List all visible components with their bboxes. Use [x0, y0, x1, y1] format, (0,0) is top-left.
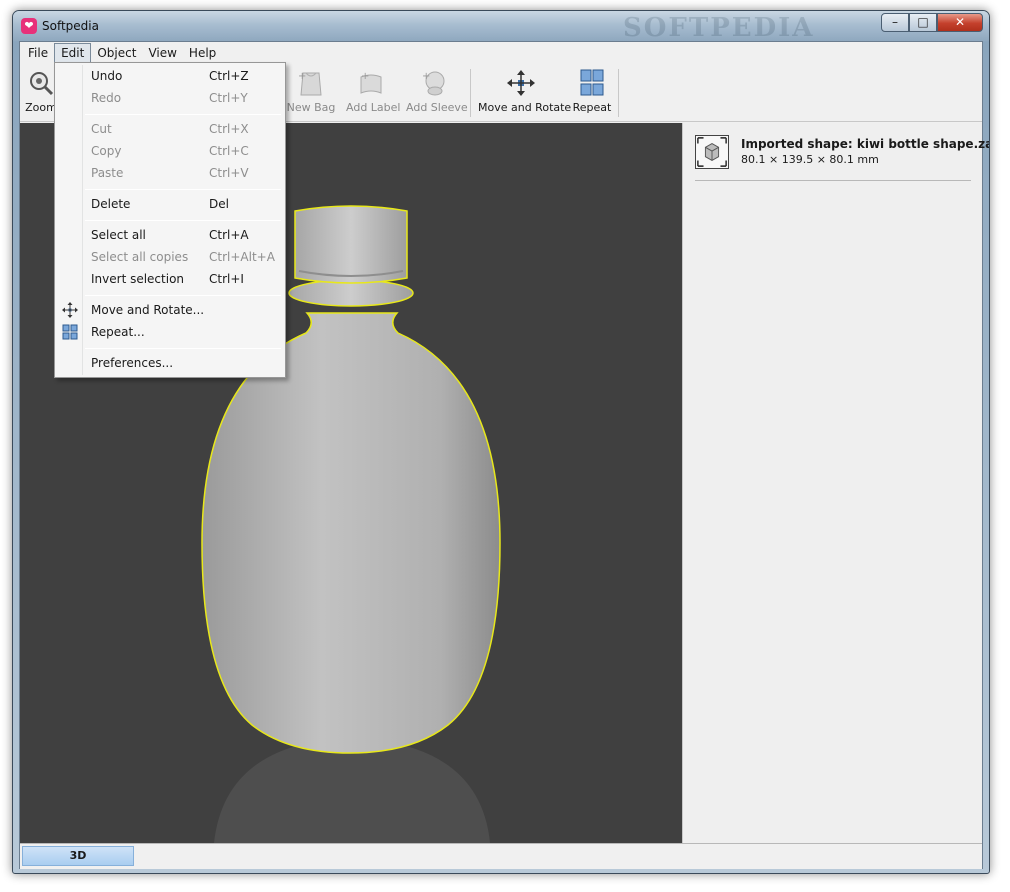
menu-item-shortcut: Ctrl+A [209, 228, 249, 242]
menu-item-label: Undo [91, 69, 123, 83]
move-rotate-label: Move and Rotate [478, 101, 572, 114]
menu-item-shortcut: Ctrl+C [209, 144, 249, 158]
window-title: Softpedia [42, 19, 99, 33]
menu-item-invert-selection[interactable]: Invert selection Ctrl+I [57, 268, 283, 290]
label-icon: + [360, 71, 382, 94]
menu-item-label: Repeat... [91, 325, 145, 339]
menu-item-shortcut: Ctrl+Y [209, 91, 248, 105]
menu-item-repeat[interactable]: Repeat... [57, 321, 283, 343]
menu-item-select-all[interactable]: Select all Ctrl+A [57, 224, 283, 246]
move-rotate-icon [62, 302, 78, 318]
menu-item-label: Delete [91, 197, 131, 211]
title-watermark: SOFTPEDIA [623, 13, 815, 43]
menu-separator [85, 220, 281, 221]
repeat-grid-icon [580, 69, 604, 96]
status-bar: 3D [20, 843, 982, 869]
menu-bar: File Edit Object View Help [20, 42, 982, 63]
menu-item-redo[interactable]: Redo Ctrl+Y [57, 87, 283, 109]
app-icon[interactable]: ❤ [21, 18, 37, 34]
menu-item-copy[interactable]: Copy Ctrl+C [57, 140, 283, 162]
menu-item-shortcut: Ctrl+Z [209, 69, 249, 83]
menu-separator [85, 295, 281, 296]
menu-item-preferences[interactable]: Preferences... [57, 352, 283, 374]
menu-item-move-rotate[interactable]: Move and Rotate... [57, 299, 283, 321]
menu-separator [85, 189, 281, 190]
menu-item-label: Cut [91, 122, 112, 136]
window-controls: – □ ✕ [881, 13, 983, 32]
edit-menu-dropdown: Undo Ctrl+Z Redo Ctrl+Y Cut Ctrl+X Copy … [54, 62, 286, 378]
bottle-cap [294, 205, 408, 284]
minimize-button[interactable]: – [881, 13, 909, 32]
menu-item-undo[interactable]: Undo Ctrl+Z [57, 65, 283, 87]
svg-text:+: + [422, 71, 430, 82]
svg-text:+: + [361, 71, 369, 82]
properties-panel: Imported shape: kiwi bottle shape.zae 80… [682, 123, 989, 843]
shape-dimensions: 80.1 × 139.5 × 80.1 mm [741, 153, 879, 166]
repeat-grid-icon [62, 324, 78, 340]
add-label-button[interactable]: + Add Label [346, 65, 401, 119]
tab-3d[interactable]: 3D [22, 846, 134, 866]
menu-item-label: Redo [91, 91, 122, 105]
menu-item-shortcut: Ctrl+Alt+A [209, 250, 275, 264]
menu-item-paste[interactable]: Paste Ctrl+V [57, 162, 283, 184]
menu-item-delete[interactable]: Delete Del [57, 193, 283, 215]
bag-icon: + [298, 71, 322, 96]
menu-item-label: Copy [91, 144, 122, 158]
zoom-icon [30, 72, 54, 96]
bottle-reflection [214, 738, 490, 843]
menu-item-shortcut: Ctrl+V [209, 166, 249, 180]
title-bar[interactable]: SOFTPEDIA ❤ Softpedia – □ ✕ [13, 11, 989, 43]
maximize-button[interactable]: □ [909, 13, 937, 32]
menu-view[interactable]: View [142, 43, 182, 63]
menu-item-shortcut: Ctrl+I [209, 272, 244, 286]
menu-file[interactable]: File [22, 43, 54, 63]
move-rotate-icon [507, 70, 535, 96]
menu-separator [85, 348, 281, 349]
add-sleeve-button[interactable]: + Add Sleeve [406, 65, 468, 119]
new-bag-button[interactable]: + New Bag [286, 65, 336, 119]
add-sleeve-label: Add Sleeve [406, 101, 468, 114]
shape-title: Imported shape: kiwi bottle shape.zae [741, 137, 990, 151]
menu-item-cut[interactable]: Cut Ctrl+X [57, 118, 283, 140]
new-bag-label: New Bag [286, 101, 336, 114]
shape-list-item[interactable]: Imported shape: kiwi bottle shape.zae 80… [695, 135, 989, 181]
menu-item-select-all-copies[interactable]: Select all copies Ctrl+Alt+A [57, 246, 283, 268]
toolbar-separator [470, 69, 471, 117]
zoom-button[interactable]: Zoom [24, 65, 58, 119]
toolbar-separator [618, 69, 619, 117]
bottle-neck-ring [288, 279, 414, 307]
menu-separator [85, 114, 281, 115]
bottle-body [201, 312, 501, 754]
menu-item-label: Preferences... [91, 356, 174, 370]
menu-item-label: Select all copies [91, 250, 189, 264]
menu-help[interactable]: Help [183, 43, 222, 63]
repeat-label: Repeat [572, 101, 612, 114]
repeat-button[interactable]: Repeat [572, 65, 612, 119]
add-label-label: Add Label [346, 101, 401, 114]
close-button[interactable]: ✕ [937, 13, 983, 32]
menu-item-label: Move and Rotate... [91, 303, 205, 317]
zoom-label: Zoom [25, 101, 57, 114]
menu-item-shortcut: Del [209, 197, 229, 211]
move-rotate-button[interactable]: Move and Rotate [478, 65, 572, 119]
menu-item-label: Invert selection [91, 272, 185, 286]
menu-item-label: Select all [91, 228, 146, 242]
sleeve-icon: + [422, 71, 445, 96]
menu-object[interactable]: Object [91, 43, 142, 63]
menu-item-label: Paste [91, 166, 124, 180]
menu-edit[interactable]: Edit [54, 43, 92, 63]
svg-text:+: + [298, 71, 306, 82]
cube-icon [695, 135, 729, 169]
menu-item-shortcut: Ctrl+X [209, 122, 249, 136]
